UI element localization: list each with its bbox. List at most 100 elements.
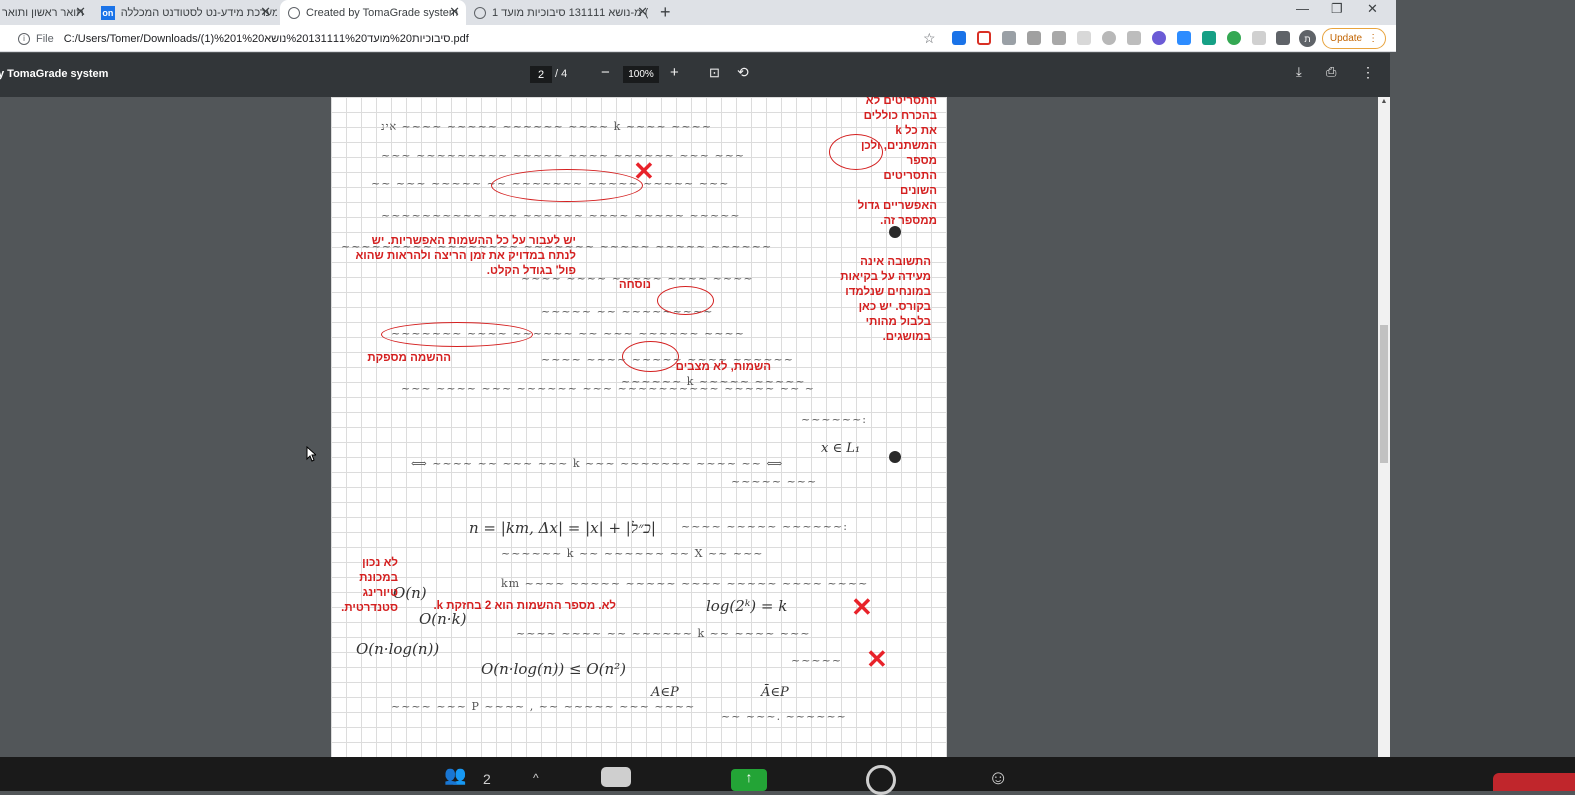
new-tab-button[interactable]: +	[660, 2, 671, 23]
handwriting-line: ⟺ ~~~~ ~~ ~~~ ~~~ k ~~~ ~~~~~~~ ~~~~ ~~ …	[411, 457, 784, 470]
annotation-ellipse	[381, 322, 533, 347]
grader-note-not-states: השמות, לא מצבים	[675, 361, 771, 373]
tab-label: מ-נושא 131111 סיבוכיות מועד 1 (	[492, 6, 649, 19]
red-x-mark-icon: ✕	[851, 592, 873, 622]
pdf-title: y TomaGrade system	[0, 68, 109, 80]
tab-label: Created by TomaGrade system	[306, 6, 459, 19]
tab-complexity-exam[interactable]: מ-נושא 131111 סיבוכיות מועד 1 ( ✕	[468, 0, 654, 25]
tab-close-icon[interactable]: ✕	[637, 5, 648, 19]
globe-icon	[288, 6, 300, 19]
extensions-puzzle-icon[interactable]	[1276, 31, 1290, 45]
handwriting-line: אינ ~~~~ ~~~~~ ~~~~~~ ~~~~ k ~~~~ ~~~~	[381, 120, 713, 133]
extension-download-icon[interactable]	[952, 31, 966, 45]
handwriting-line: km ~~~~ ~~~~~ ~~~~~ ~~~~ ~~~~~ ~~~~ ~~~~	[501, 577, 869, 590]
page-number-input[interactable]: 2	[530, 66, 552, 83]
tab-label: תואר ראשון ותואר	[2, 6, 84, 19]
print-icon[interactable]: ⎙	[1326, 64, 1336, 80]
fit-page-icon[interactable]: ⊡	[709, 65, 720, 81]
annotation-ellipse	[657, 286, 714, 315]
scroll-thumb[interactable]	[1380, 325, 1388, 463]
math-O-nlogn: O(n·log(n))	[356, 640, 440, 658]
zoom-extension-icon[interactable]	[1177, 31, 1191, 45]
kebab-menu-icon: ⋮	[1368, 33, 1379, 44]
red-x-mark-icon: ✕	[866, 644, 888, 674]
mouse-cursor-icon	[306, 446, 316, 462]
scheme-label: File	[36, 32, 54, 45]
math-O-ineq: O(n·log(n)) ≤ O(n²)	[481, 660, 627, 678]
tab-student-info[interactable]: on מערכת מידע-נט לסטודנט המכללה ✕	[95, 0, 277, 25]
handwriting-line: ~~~~~~:	[801, 413, 868, 426]
handwriting-line: ~~~~ ~~~~~ ~~~~~~:	[681, 520, 848, 533]
extension-icon[interactable]	[1227, 31, 1241, 45]
share-screen-button[interactable]: ↑	[731, 769, 767, 791]
profile-avatar[interactable]: ת	[1299, 30, 1316, 47]
math-line-n: n = |km, Δx| = |x| + |כ״ל|	[469, 519, 656, 537]
tab-close-icon[interactable]: ✕	[449, 5, 460, 19]
tab-close-icon[interactable]: ✕	[260, 5, 271, 19]
tab-label: מערכת מידע-נט לסטודנט המכללה	[120, 6, 277, 19]
participants-icon[interactable]: 👥	[444, 765, 466, 786]
handwriting-line: ~~~~ ~~~ P ~~~~ , ~~ ~~~~~ ~~~ ~~~~	[391, 700, 696, 713]
scroll-up-icon[interactable]: ▲	[1378, 98, 1390, 108]
extension-icon[interactable]	[1077, 31, 1091, 45]
handwriting-line: ~~~ ~~~~~~~~~ ~~~~~ ~~~~ ~~~~~~ ~~~ ~~~	[381, 149, 746, 162]
math-Abar-in-P: Ā∈P	[761, 685, 789, 700]
chat-icon[interactable]	[601, 767, 631, 787]
url-text[interactable]: C:/Users/Tomer/Downloads/(1)%201%20סיבוכ…	[64, 33, 469, 45]
globe-icon	[474, 6, 486, 19]
handwriting-line: ~~~~~	[791, 654, 843, 667]
close-window-button[interactable]: ✕	[1367, 1, 1378, 17]
participants-count: 2	[483, 771, 491, 787]
zoom-in-button[interactable]: +	[670, 64, 679, 81]
extension-shield-icon[interactable]	[1102, 31, 1116, 45]
reactions-icon[interactable]: ☺	[988, 767, 1008, 790]
update-button[interactable]: Update ⋮	[1322, 28, 1386, 49]
math-log-expr: log(2ᵏ) = k	[706, 597, 788, 615]
math-A-in-P: A∈P	[651, 685, 679, 700]
zoom-out-button[interactable]: −	[601, 64, 610, 81]
grader-note-satisfying: ההשמה מספקת	[367, 352, 451, 364]
math-x-in-L: x ∈ L₁	[821, 441, 861, 456]
gmail-icon[interactable]	[977, 31, 991, 45]
tab-tomagrade[interactable]: Created by TomaGrade system ✕	[280, 0, 466, 25]
download-icon[interactable]: ⤓	[1296, 64, 1302, 80]
restore-button[interactable]: ❐	[1331, 1, 1343, 17]
handwriting-line: ~~~~~ ~~~	[731, 475, 818, 488]
tab-strip: תואר ראשון ותואר ✕ on מערכת מידע-נט לסטו…	[0, 0, 1396, 25]
grader-note-scenarios: התסריטים לא בהכרח כוללים את כל k המשתנים…	[857, 97, 937, 227]
info-icon[interactable]: i	[18, 32, 30, 45]
extension-n-icon[interactable]	[1202, 31, 1216, 45]
red-x-mark-icon: ✕	[633, 156, 655, 186]
handwriting-line: ~~ ~~~. ~~~~~~	[721, 710, 847, 723]
handwriting-line: ~~~~~~~~~~ ~~~ ~~~~~~ ~~~~ ~~~~~ ~~~~~	[381, 209, 741, 222]
black-dot-marker	[889, 451, 901, 463]
bookmark-star-icon[interactable]: ☆	[923, 30, 936, 47]
more-options-icon[interactable]: ⋮	[1361, 64, 1375, 81]
minimize-button[interactable]: —	[1296, 1, 1309, 16]
chevron-up-icon[interactable]: ^	[533, 771, 539, 785]
meeting-toolbar: 👥 2 ^ ☺	[0, 757, 1575, 795]
extension-icon[interactable]	[1127, 31, 1141, 45]
extension-star-icon[interactable]	[1002, 31, 1016, 45]
extension-icon[interactable]	[1252, 31, 1266, 45]
extension-gear-icon[interactable]	[1152, 31, 1166, 45]
grader-note-terminology: התשובה אינה מעידה על בקיאות במונחים שנלמ…	[840, 256, 931, 343]
grader-note-2-pow-k: לא. מספר ההשמות הוא 2 בחזקת k.	[433, 600, 616, 612]
rotate-icon[interactable]: ⟲	[737, 64, 749, 81]
on-favicon-icon: on	[101, 5, 115, 20]
handwriting-line: ~~~ ~~~~ ~~~ ~~~~~~ ~~~ ~~~~~~~~~~ ~~~~~…	[401, 382, 815, 395]
math-O-n: O(n)	[393, 584, 427, 602]
grader-note-assignments: יש לעבור על כל ההשמות האפשריות. יש לנתח …	[355, 235, 576, 277]
omnibox[interactable]: i File C:/Users/Tomer/Downloads/(1)%201%…	[8, 28, 938, 49]
handwriting-line: ~~~~ ~~~~ ~~ ~~~~~~ k ~~ ~~~~ ~~~	[516, 627, 811, 640]
extension-icon[interactable]	[1052, 31, 1066, 45]
update-label: Update	[1329, 33, 1363, 44]
end-meeting-button[interactable]	[1493, 773, 1575, 791]
grader-note-turing: לא נכון במכונת טיורינג סטנדרטית.	[341, 557, 398, 614]
extension-icon[interactable]	[1027, 31, 1041, 45]
zoom-level-input[interactable]: 100%	[623, 66, 659, 83]
arrow-up-icon: ↑	[745, 769, 753, 785]
tab-degree[interactable]: תואר ראשון ותואר ✕	[0, 0, 92, 25]
tab-close-icon[interactable]: ✕	[75, 5, 86, 19]
annotation-ellipse	[491, 169, 643, 202]
